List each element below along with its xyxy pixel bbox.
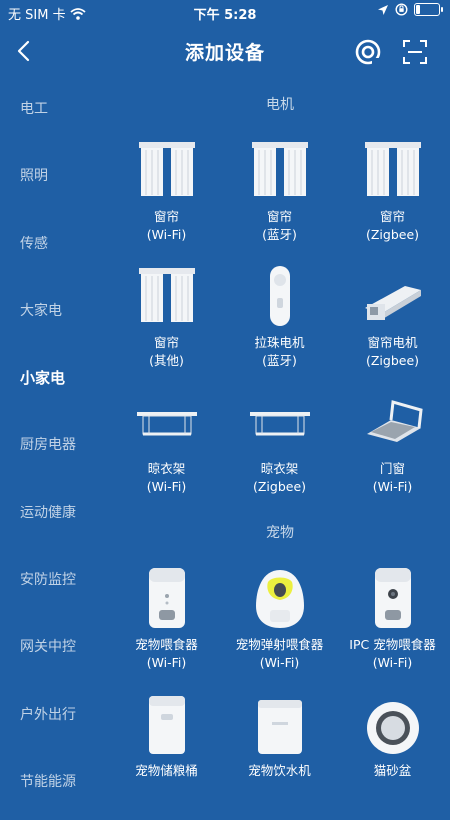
status-bar: 无 SIM 卡 下午 5:28 bbox=[0, 0, 450, 24]
food-bucket-icon bbox=[148, 696, 185, 754]
device-protocol: (Wi-Fi) bbox=[146, 479, 187, 494]
device-name: 窗帘电机 bbox=[367, 335, 418, 350]
device-card[interactable]: 门窗 (Wi-Fi) bbox=[336, 382, 449, 508]
bead-motor-icon bbox=[269, 266, 290, 326]
drying-rack-icon bbox=[136, 412, 197, 436]
water-dispenser-icon bbox=[257, 700, 302, 754]
device-name: 宠物弹射喂食器 bbox=[235, 637, 324, 652]
device-card[interactable]: 窗帘电机 (Zigbee) bbox=[336, 256, 449, 382]
device-card[interactable]: IPC 宠物喂食器 (Wi-Fi) bbox=[336, 558, 449, 684]
device-name: 窗帘 bbox=[379, 209, 405, 224]
device-grid: 窗帘 (Wi-Fi) 窗帘 (蓝牙) 窗帘 (Zigbee) 窗帘 (其他) 拉珠电机 (蓝牙) 窗… bbox=[110, 130, 450, 508]
device-protocol: (Zigbee) bbox=[365, 353, 420, 368]
device-name: 宠物储粮桶 bbox=[135, 763, 198, 778]
device-name: 窗帘 bbox=[153, 209, 179, 224]
category-item[interactable]: 运动健康 bbox=[0, 484, 100, 551]
device-name: 宠物喂食器 bbox=[135, 637, 198, 652]
pet-launcher-icon bbox=[255, 570, 304, 628]
litter-box-icon bbox=[366, 702, 419, 754]
navigation-bar: 添加设备 bbox=[0, 24, 450, 80]
device-name: 窗帘 bbox=[266, 209, 292, 224]
device-protocol: (Wi-Fi) bbox=[146, 227, 187, 242]
device-name: 猫砂盆 bbox=[373, 763, 412, 778]
category-item[interactable]: 户外出行 bbox=[0, 686, 100, 753]
ipc-feeder-icon bbox=[374, 568, 411, 628]
device-grid: 宠物喂食器 (Wi-Fi) 宠物弹射喂食器 (Wi-Fi) IPC 宠物喂食器 (Wi-F… bbox=[110, 558, 450, 800]
device-name: 晾衣架 bbox=[260, 461, 299, 476]
device-card[interactable]: 晾衣架 (Zigbee) bbox=[223, 382, 336, 508]
location-arrow-icon bbox=[378, 4, 388, 15]
device-name: 门窗 bbox=[379, 461, 405, 476]
curtain-icon bbox=[251, 142, 308, 196]
device-protocol: (蓝牙) bbox=[262, 353, 297, 368]
category-item[interactable]: 厨房电器 bbox=[0, 416, 100, 483]
device-name: IPC 宠物喂食器 bbox=[349, 637, 436, 652]
category-item[interactable]: 安防监控 bbox=[0, 551, 100, 618]
device-card[interactable]: 猫砂盆 bbox=[336, 684, 449, 800]
orientation-lock-icon bbox=[395, 3, 408, 16]
status-right bbox=[377, 3, 443, 16]
device-protocol: (Wi-Fi) bbox=[372, 479, 413, 494]
device-card[interactable]: 窗帘 (Wi-Fi) bbox=[110, 130, 223, 256]
category-sidebar: 电工 照明 传感 大家电 小家电 厨房电器 运动健康 安防监控 网关中控 户外出行 节能能源 bbox=[0, 80, 100, 820]
device-protocol: (Zigbee) bbox=[365, 227, 420, 242]
category-item[interactable]: 照明 bbox=[0, 147, 100, 214]
device-protocol: (Zigbee) bbox=[252, 479, 307, 494]
device-name: 宠物饮水机 bbox=[248, 763, 311, 778]
category-item[interactable]: 网关中控 bbox=[0, 618, 100, 685]
category-item[interactable]: 小家电 bbox=[0, 349, 100, 416]
category-item[interactable]: 电工 bbox=[0, 80, 100, 147]
device-card[interactable]: 宠物喂食器 (Wi-Fi) bbox=[110, 558, 223, 684]
pet-feeder-icon bbox=[148, 568, 185, 628]
device-list: 电机窗帘 (Wi-Fi) 窗帘 (蓝牙) 窗帘 (Zigbee) 窗帘 (其他) 拉珠电机 (蓝牙… bbox=[110, 80, 450, 800]
category-item[interactable]: 大家电 bbox=[0, 282, 100, 349]
rail-motor-icon bbox=[364, 286, 421, 320]
battery-icon bbox=[414, 3, 443, 16]
device-card[interactable]: 窗帘 (Zigbee) bbox=[336, 130, 449, 256]
curtain-icon bbox=[138, 142, 195, 196]
category-item[interactable]: 节能能源 bbox=[0, 753, 100, 820]
device-name: 晾衣架 bbox=[147, 461, 186, 476]
device-card[interactable]: 窗帘 (蓝牙) bbox=[223, 130, 336, 256]
device-name: 拉珠电机 bbox=[254, 335, 305, 350]
drying-rack-icon bbox=[249, 412, 310, 436]
qr-scan-icon[interactable] bbox=[399, 36, 431, 68]
device-protocol: (蓝牙) bbox=[262, 227, 297, 242]
device-protocol: (Wi-Fi) bbox=[259, 655, 300, 670]
curtain-icon bbox=[364, 142, 421, 196]
device-card[interactable]: 宠物饮水机 bbox=[223, 684, 336, 800]
device-card[interactable]: 晾衣架 (Wi-Fi) bbox=[110, 382, 223, 508]
section-title: 电机 bbox=[266, 97, 294, 113]
window-opener-icon bbox=[366, 400, 423, 442]
device-card[interactable]: 宠物储粮桶 bbox=[110, 684, 223, 800]
device-protocol: (Wi-Fi) bbox=[372, 655, 413, 670]
category-item[interactable]: 传感 bbox=[0, 215, 100, 282]
section-title: 宠物 bbox=[266, 525, 294, 541]
curtain-icon bbox=[138, 268, 195, 322]
device-card[interactable]: 宠物弹射喂食器 (Wi-Fi) bbox=[223, 558, 336, 684]
device-card[interactable]: 拉珠电机 (蓝牙) bbox=[223, 256, 336, 382]
device-name: 窗帘 bbox=[153, 335, 179, 350]
device-protocol: (Wi-Fi) bbox=[146, 655, 187, 670]
device-protocol: (其他) bbox=[149, 353, 184, 368]
nearby-scan-icon[interactable] bbox=[352, 36, 384, 68]
device-card[interactable]: 窗帘 (其他) bbox=[110, 256, 223, 382]
